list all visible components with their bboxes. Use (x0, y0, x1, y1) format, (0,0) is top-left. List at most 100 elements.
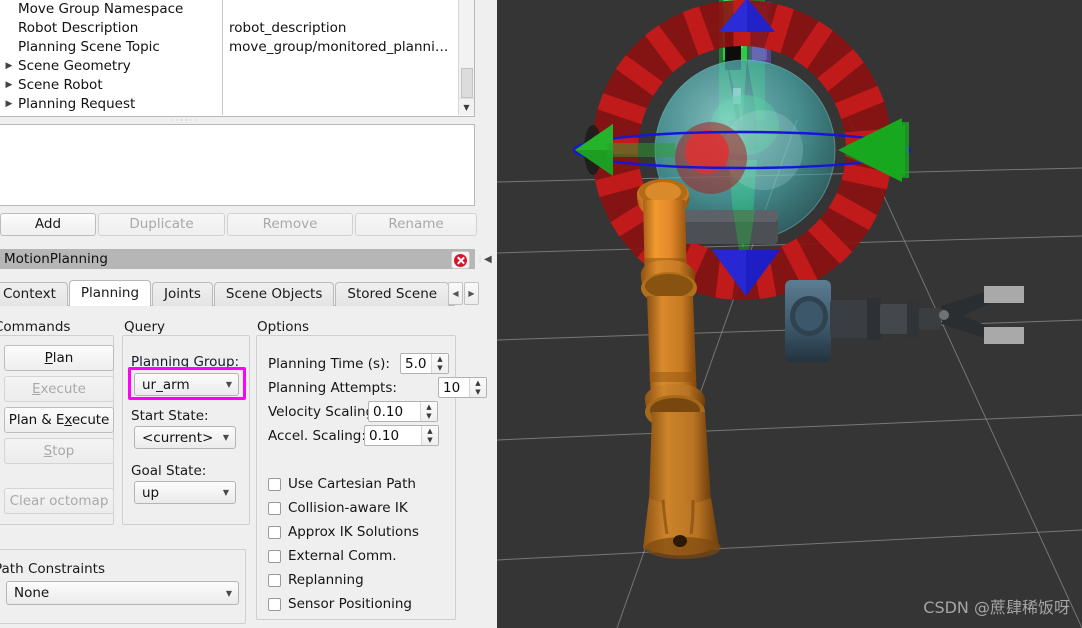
spinbox-steppers[interactable]: ▲ ▼ (420, 402, 437, 421)
scroll-down-icon[interactable]: ▼ (459, 98, 474, 115)
spinbox-steppers[interactable]: ▲ ▼ (431, 354, 448, 373)
displays-tree[interactable]: Move Group Namespace Robot Description Pla… (0, 0, 475, 117)
tree-row-name: Move Group Namespace (18, 1, 184, 17)
spinbox-planning-time-s[interactable]: 5.0 ▲ ▼ (400, 353, 449, 374)
expander-icon[interactable]: ▶ (0, 76, 18, 95)
checkbox-external-comm[interactable]: External Comm. (268, 546, 397, 566)
remove-button[interactable]: Remove (227, 213, 353, 236)
motionplanning-titlebar[interactable]: MotionPlanning (0, 249, 475, 269)
checkbox-label: External Comm. (288, 548, 397, 564)
left-dock-panel: Move Group Namespace Robot Description Pla… (0, 0, 497, 628)
duplicate-button[interactable]: Duplicate (98, 213, 225, 236)
tab-scroll-prev[interactable]: ◀ (448, 282, 463, 305)
spinbox-planning-attempts[interactable]: 10 ▲ ▼ (438, 377, 487, 398)
tree-row-name: Planning Request (18, 96, 136, 112)
add-button[interactable]: Add (0, 213, 96, 236)
tree-row[interactable]: ▶ Scene Robot (0, 76, 474, 95)
option-row: Velocity Scaling: (268, 401, 379, 423)
start-state-label: Start State: (131, 408, 209, 424)
checkbox-sensor-positioning[interactable]: Sensor Positioning (268, 594, 412, 614)
spinbox-value: 0.10 (373, 403, 404, 420)
checkbox-approx-ik-solutions[interactable]: Approx IK Solutions (268, 522, 419, 542)
pane-drag-handle[interactable]: ······ (140, 116, 230, 125)
tree-row-value[interactable]: move_group/monitored_planni… (229, 38, 448, 57)
rviz-window: Move Group Namespace Robot Description Pla… (0, 0, 1082, 628)
tab-context[interactable]: Context (0, 282, 68, 306)
checkbox-indicator[interactable] (268, 597, 281, 611)
planning-group-value: ur_arm (142, 376, 190, 393)
collapse-panel-icon[interactable]: ◀ (484, 254, 492, 265)
tree-row[interactable]: ▶ Planning Request (0, 95, 474, 114)
motionplanning-tabs: Context Planning Joints Scene Objects Stored… (0, 280, 475, 306)
chevron-down-icon: ▼ (225, 380, 233, 389)
stepper-up-icon[interactable]: ▲ (421, 402, 437, 412)
start-state-value: <current> (142, 429, 214, 446)
checkbox-label: Sensor Positioning (288, 596, 413, 612)
option-label: Accel. Scaling: (268, 428, 366, 444)
spinbox-value: 10 (443, 379, 461, 396)
tree-row[interactable]: Move Group Namespace (0, 0, 474, 19)
close-icon[interactable] (451, 251, 470, 269)
panel-drag-dots[interactable]: :: (477, 249, 483, 269)
plan-and-execute-button[interactable]: Plan & Execute (4, 407, 114, 433)
start-state-combobox[interactable]: <current> ▼ (134, 426, 236, 449)
tab-stored-scene[interactable]: Stored Scene (335, 282, 450, 306)
planning-tab-pane: Commands Plan Execute Plan & Execute Sto… (0, 306, 487, 628)
rviz-3d-viewport[interactable]: CSDN @蔗肆稀饭呀 (497, 0, 1082, 628)
stepper-down-icon[interactable]: ▼ (422, 436, 438, 446)
plan-button[interactable]: Plan (4, 345, 114, 371)
execute-button[interactable]: Execute (4, 376, 114, 402)
tree-row[interactable]: ▶ Scene Geometry (0, 57, 474, 76)
tree-row-name: Scene Geometry (18, 58, 131, 74)
spinbox-accel-scaling[interactable]: 0.10 ▲ ▼ (364, 425, 439, 446)
spinbox-velocity-scaling[interactable]: 0.10 ▲ ▼ (368, 401, 438, 422)
stop-button[interactable]: Stop (4, 438, 114, 464)
checkbox-indicator[interactable] (268, 477, 281, 491)
tree-vertical-scrollbar[interactable]: ▼ (458, 0, 474, 115)
tab-scroll-next[interactable]: ▶ (464, 282, 479, 305)
checkbox-label: Approx IK Solutions (288, 524, 419, 540)
checkbox-use-cartesian-path[interactable]: Use Cartesian Path (268, 474, 416, 494)
scrollbar-thumb[interactable] (461, 68, 473, 98)
stepper-up-icon[interactable]: ▲ (432, 354, 448, 364)
planning-group-combobox[interactable]: ur_arm ▼ (134, 373, 239, 396)
option-row: Planning Time (s): (268, 353, 390, 375)
checkbox-indicator[interactable] (268, 501, 281, 515)
stepper-up-icon[interactable]: ▲ (470, 378, 486, 388)
commands-group-label: Commands (0, 319, 71, 335)
chevron-down-icon: ▼ (222, 488, 230, 497)
tab-joints[interactable]: Joints (152, 282, 213, 306)
rename-button[interactable]: Rename (355, 213, 477, 236)
expander-icon[interactable]: ▶ (0, 95, 18, 114)
clear-octomap-button[interactable]: Clear octomap (4, 488, 114, 514)
stepper-down-icon[interactable]: ▼ (432, 364, 448, 374)
stepper-up-icon[interactable]: ▲ (422, 426, 438, 436)
tree-row-name: Robot Description (18, 20, 139, 36)
tab-planning[interactable]: Planning (68, 280, 152, 306)
stepper-down-icon[interactable]: ▼ (421, 412, 437, 422)
checkbox-indicator[interactable] (268, 525, 281, 539)
spinbox-steppers[interactable]: ▲ ▼ (469, 378, 486, 397)
checkbox-indicator[interactable] (268, 549, 281, 563)
expander-icon[interactable]: ▶ (0, 57, 18, 76)
watermark: CSDN @蔗肆稀饭呀 (923, 598, 1070, 617)
option-row: Planning Attempts: (268, 377, 397, 399)
checkbox-indicator[interactable] (268, 573, 281, 587)
query-group-label: Query (124, 319, 166, 335)
option-label: Velocity Scaling: (268, 404, 379, 420)
panel-title: MotionPlanning (4, 251, 108, 267)
checkbox-label: Collision-aware IK (288, 500, 408, 516)
path-constraints-groupbox (0, 549, 246, 624)
goal-state-label: Goal State: (131, 463, 207, 479)
tree-row-name: Planning Scene Topic (18, 39, 160, 55)
stepper-down-icon[interactable]: ▼ (470, 388, 486, 398)
checkbox-collision-aware-ik[interactable]: Collision-aware IK (268, 498, 408, 518)
checkbox-label: Use Cartesian Path (288, 476, 416, 492)
tab-scene-objects[interactable]: Scene Objects (213, 282, 335, 306)
checkbox-replanning[interactable]: Replanning (268, 570, 364, 590)
tree-row-value[interactable]: robot_description (229, 19, 346, 38)
goal-state-combobox[interactable]: up ▼ (134, 481, 236, 504)
spinbox-value: 5.0 (405, 355, 427, 372)
spinbox-steppers[interactable]: ▲ ▼ (421, 426, 438, 445)
display-buttons-row: Add Duplicate Remove Rename (0, 213, 481, 236)
